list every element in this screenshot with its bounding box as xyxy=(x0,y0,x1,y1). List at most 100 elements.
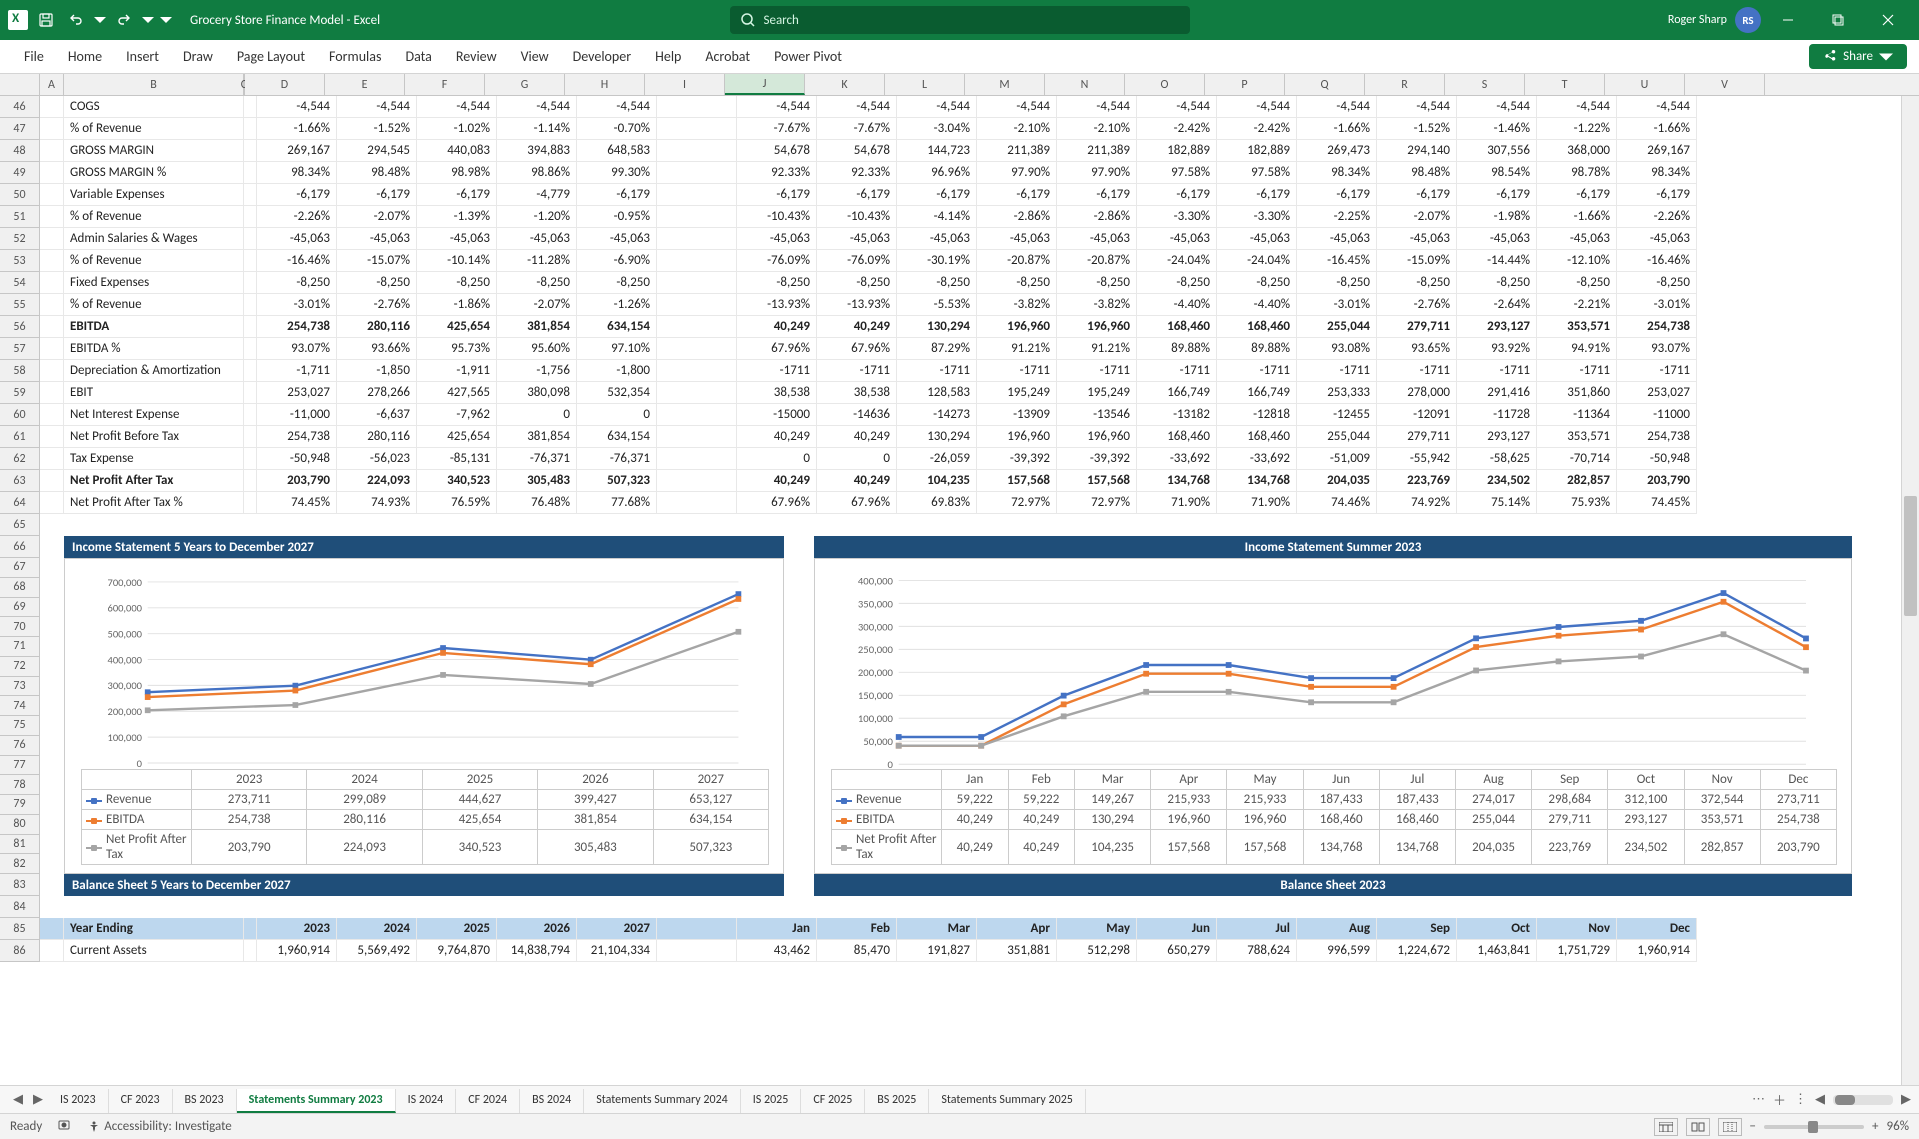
cell[interactable]: 254,738 xyxy=(1617,426,1697,448)
cell[interactable]: -45,063 xyxy=(1377,228,1457,250)
cell[interactable]: 168,460 xyxy=(1217,316,1297,338)
cell[interactable]: 98.98% xyxy=(417,162,497,184)
cell[interactable]: 1,960,914 xyxy=(257,940,337,962)
cell[interactable] xyxy=(244,940,257,962)
column-header-I[interactable]: I xyxy=(645,74,725,95)
cell[interactable]: -4,544 xyxy=(977,96,1057,118)
cell[interactable]: -8,250 xyxy=(977,272,1057,294)
cell[interactable]: -1.66% xyxy=(1297,118,1377,140)
cell[interactable]: 294,140 xyxy=(1377,140,1457,162)
cell[interactable]: 38,538 xyxy=(817,382,897,404)
cell[interactable]: -45,063 xyxy=(577,228,657,250)
sheet-tab[interactable]: BS 2024 xyxy=(520,1089,584,1113)
cell[interactable]: -6,179 xyxy=(897,184,977,206)
cell[interactable]: 381,854 xyxy=(497,426,577,448)
zoom-thumb[interactable] xyxy=(1808,1121,1818,1133)
cell[interactable] xyxy=(40,404,64,426)
cell[interactable]: 1,960,914 xyxy=(1617,940,1697,962)
cell[interactable]: 91.21% xyxy=(1057,338,1137,360)
row-header[interactable]: 62 xyxy=(0,448,40,470)
cell[interactable]: -45,063 xyxy=(337,228,417,250)
cell[interactable]: -1711 xyxy=(1057,360,1137,382)
cell[interactable]: 77.68% xyxy=(577,492,657,514)
cell[interactable]: -6,179 xyxy=(1537,184,1617,206)
cell[interactable]: -6,179 xyxy=(1057,184,1137,206)
cell[interactable]: 72.97% xyxy=(977,492,1057,514)
cell[interactable]: 0 xyxy=(577,404,657,426)
cell[interactable] xyxy=(244,382,257,404)
cell[interactable] xyxy=(657,140,737,162)
cell[interactable]: -2.86% xyxy=(1057,206,1137,228)
cell[interactable]: -6,179 xyxy=(737,184,817,206)
cell[interactable] xyxy=(40,492,64,514)
cell[interactable]: -16.46% xyxy=(1617,250,1697,272)
chart[interactable]: 050,000100,000150,000200,000250,000300,0… xyxy=(814,558,1852,874)
cell[interactable]: Tax Expense xyxy=(64,448,244,470)
sheet-tab[interactable]: Statements Summary 2024 xyxy=(584,1089,741,1113)
search-input[interactable] xyxy=(764,13,1180,28)
cell[interactable]: 254,738 xyxy=(257,316,337,338)
cell[interactable]: -4,544 xyxy=(1377,96,1457,118)
cell[interactable]: -45,063 xyxy=(1057,228,1137,250)
cell[interactable]: 204,035 xyxy=(1297,470,1377,492)
cell[interactable]: 2024 xyxy=(337,918,417,940)
column-header-G[interactable]: G xyxy=(485,74,565,95)
cell[interactable]: 89.88% xyxy=(1137,338,1217,360)
cell[interactable]: Current Assets xyxy=(64,940,244,962)
cell[interactable]: 98.78% xyxy=(1537,162,1617,184)
cell[interactable] xyxy=(657,294,737,316)
cell[interactable]: -26,059 xyxy=(897,448,977,470)
cell[interactable]: 280,116 xyxy=(337,316,417,338)
column-header-A[interactable]: A xyxy=(40,74,64,95)
cell[interactable]: -10.43% xyxy=(817,206,897,228)
cell[interactable]: -2.07% xyxy=(497,294,577,316)
cell[interactable]: -45,063 xyxy=(1297,228,1377,250)
page-break-view-button[interactable] xyxy=(1718,1118,1742,1136)
cell[interactable]: 72.97% xyxy=(1057,492,1137,514)
cell[interactable]: -1.14% xyxy=(497,118,577,140)
cell[interactable] xyxy=(657,184,737,206)
cell[interactable]: -8,250 xyxy=(897,272,977,294)
column-header-M[interactable]: M xyxy=(965,74,1045,95)
cell[interactable]: 43,462 xyxy=(737,940,817,962)
cell[interactable]: 253,027 xyxy=(1617,382,1697,404)
cell[interactable]: 1,751,729 xyxy=(1537,940,1617,962)
cell[interactable]: -7.67% xyxy=(817,118,897,140)
cell[interactable] xyxy=(657,272,737,294)
cell[interactable]: % of Revenue xyxy=(64,118,244,140)
cell[interactable]: -2.21% xyxy=(1537,294,1617,316)
cell[interactable]: 157,568 xyxy=(1057,470,1137,492)
cell[interactable]: 293,127 xyxy=(1457,426,1537,448)
cell[interactable]: GROSS MARGIN % xyxy=(64,162,244,184)
cell[interactable] xyxy=(244,470,257,492)
cell[interactable]: 38,538 xyxy=(737,382,817,404)
cell[interactable]: 168,460 xyxy=(1217,426,1297,448)
cell[interactable]: 788,624 xyxy=(1217,940,1297,962)
cell[interactable]: -2.86% xyxy=(977,206,1057,228)
cell[interactable]: 67.96% xyxy=(817,492,897,514)
normal-view-button[interactable] xyxy=(1654,1118,1678,1136)
cell[interactable]: -30.19% xyxy=(897,250,977,272)
cell[interactable]: 93.65% xyxy=(1377,338,1457,360)
cell[interactable]: -8,250 xyxy=(1457,272,1537,294)
cell[interactable] xyxy=(657,448,737,470)
cell[interactable]: 71.90% xyxy=(1217,492,1297,514)
cell[interactable]: -4,544 xyxy=(1457,96,1537,118)
cell[interactable]: -24.04% xyxy=(1137,250,1217,272)
cell[interactable]: 353,571 xyxy=(1537,426,1617,448)
cell[interactable]: -3.30% xyxy=(1217,206,1297,228)
cell[interactable]: 1,463,841 xyxy=(1457,940,1537,962)
cell[interactable]: -20.87% xyxy=(977,250,1057,272)
cell[interactable]: -39,392 xyxy=(977,448,1057,470)
cell[interactable]: -2.26% xyxy=(257,206,337,228)
cell[interactable]: 69.83% xyxy=(897,492,977,514)
cell[interactable]: 98.34% xyxy=(1617,162,1697,184)
cell[interactable]: 67.96% xyxy=(737,492,817,514)
cell[interactable]: -7,962 xyxy=(417,404,497,426)
cell[interactable]: -8,250 xyxy=(1617,272,1697,294)
cell[interactable]: Mar xyxy=(897,918,977,940)
cell[interactable]: -4,544 xyxy=(1537,96,1617,118)
cell[interactable]: 9,764,870 xyxy=(417,940,497,962)
row-header[interactable]: 46 xyxy=(0,96,40,118)
row-header[interactable]: 77 xyxy=(0,756,40,776)
